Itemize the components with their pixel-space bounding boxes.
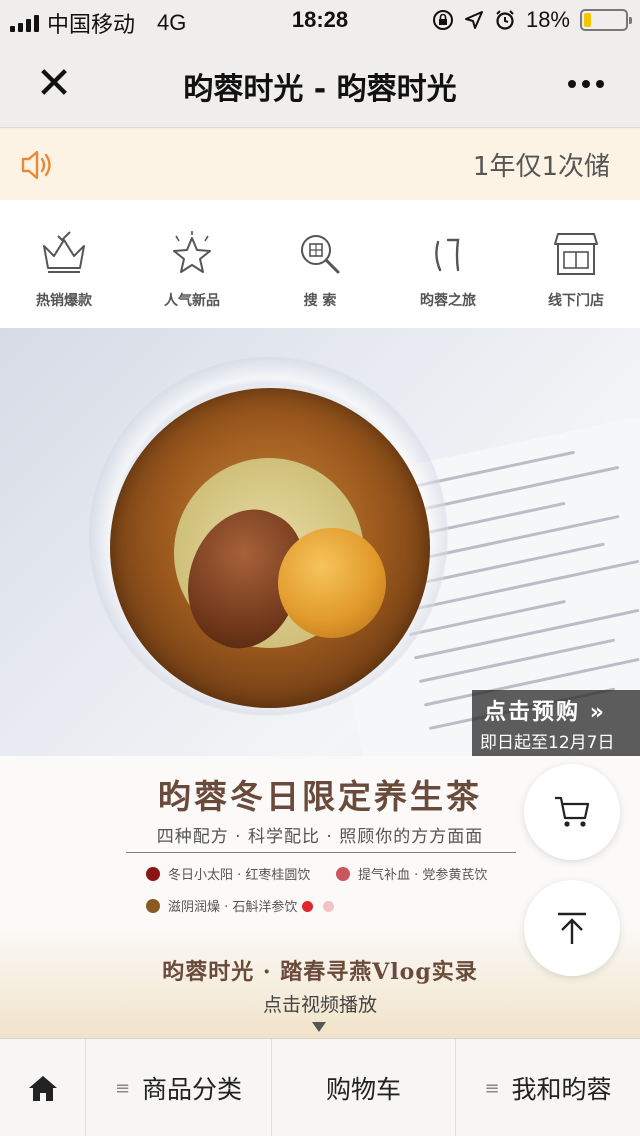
notice-bar[interactable]: 1年仅1次储 xyxy=(0,129,640,200)
nav-item-store[interactable]: 线下门店 xyxy=(512,200,640,328)
location-icon xyxy=(464,11,483,29)
tab-me-label: 我和昀蓉 xyxy=(511,1075,612,1104)
back-to-top-button[interactable] xyxy=(524,880,620,976)
crown-icon xyxy=(43,231,85,273)
recipe-text: 冬日小太阳 · 红枣桂圆饮 xyxy=(168,868,311,883)
store-icon xyxy=(554,233,598,275)
hero-banner[interactable]: 点击预购 » 即日起至12月7日 xyxy=(0,328,640,756)
bottom-tab-bar: ≡ 商品分类 购物车 ≡ 我和昀蓉 xyxy=(0,1038,640,1136)
vlog-play-link[interactable]: 点击视频播放 xyxy=(0,990,640,1017)
battery-fill xyxy=(584,13,592,27)
nav-item-new[interactable]: 人气新品 xyxy=(128,200,256,328)
preorder-date: 即日起至12月7日 xyxy=(480,733,615,753)
status-bar: 中国移动 4G 18:28 18% xyxy=(0,0,640,40)
rotation-lock-icon xyxy=(432,10,453,30)
recipe-item: 滋阴润燥 · 石斛洋参饮 xyxy=(146,896,297,915)
home-icon xyxy=(28,1076,57,1101)
tab-category[interactable]: ≡ 商品分类 xyxy=(86,1039,272,1136)
recipe-text: 滋阴润燥 · 石斛洋参饮 xyxy=(168,900,298,915)
tab-category-label: 商品分类 xyxy=(142,1075,243,1104)
recipe-item: 提气补血 · 党参黄芪饮 xyxy=(336,864,487,883)
nav-label-new: 人气新品 xyxy=(164,293,220,309)
star-icon xyxy=(173,231,211,273)
nav-item-hot[interactable]: 热销爆款 xyxy=(0,200,128,328)
brand-logo-icon xyxy=(435,238,460,272)
battery-icon xyxy=(580,9,632,31)
recipe-dot xyxy=(336,866,350,881)
page-title: 昀蓉时光 - 昀蓉时光 xyxy=(183,72,457,107)
more-icon[interactable] xyxy=(562,60,610,108)
nav-label-journey: 昀蓉之旅 xyxy=(420,293,476,309)
recipe-dot xyxy=(146,898,160,913)
back-to-top-icon xyxy=(558,912,586,944)
status-right: 18% xyxy=(432,7,632,33)
preorder-cta[interactable]: 点击预购 » 即日起至12月7日 xyxy=(472,690,640,756)
tab-cart[interactable]: 购物车 xyxy=(272,1039,456,1136)
pager-dot-active[interactable] xyxy=(302,901,313,912)
longan xyxy=(278,528,386,638)
search-icon xyxy=(301,235,340,274)
recipe-item: 冬日小太阳 · 红枣桂圆饮 xyxy=(146,864,310,883)
tab-me[interactable]: ≡ 我和昀蓉 xyxy=(456,1039,640,1136)
notice-text: 1年仅1次储 xyxy=(472,152,610,182)
nav-label-store: 线下门店 xyxy=(548,293,604,309)
tab-cart-label: 购物车 xyxy=(325,1075,401,1104)
nav-bar: ✕ 昀蓉时光 - 昀蓉时光 xyxy=(0,40,640,128)
cart-icon xyxy=(555,796,590,827)
battery-percent: 18% xyxy=(525,7,570,32)
carousel-pager xyxy=(302,901,334,912)
preorder-label: 点击预购 xyxy=(484,700,581,725)
nav-label-search: 搜 索 xyxy=(303,293,337,309)
tab-home[interactable] xyxy=(0,1039,86,1136)
alarm-icon xyxy=(496,10,514,30)
recipe-text: 提气补血 · 党参黄芪饮 xyxy=(358,868,488,883)
recipe-dot xyxy=(146,866,160,881)
divider xyxy=(126,852,516,853)
double-chevron-icon: » xyxy=(589,700,606,725)
menu-icon: ≡ xyxy=(114,1077,131,1099)
nav-item-search[interactable]: 搜 索 xyxy=(256,200,384,328)
arrow-down-icon xyxy=(312,1022,326,1032)
menu-icon: ≡ xyxy=(484,1077,500,1099)
close-icon[interactable]: ✕ xyxy=(30,60,78,108)
icon-nav: 热销爆款 人气新品 搜 索 昀蓉之旅 线下门店 xyxy=(0,200,640,328)
pager-dot[interactable] xyxy=(323,901,334,912)
speaker-icon xyxy=(21,150,51,180)
nav-item-journey[interactable]: 昀蓉之旅 xyxy=(384,200,512,328)
cart-button[interactable] xyxy=(524,764,620,860)
nav-label-hot: 热销爆款 xyxy=(36,293,92,309)
